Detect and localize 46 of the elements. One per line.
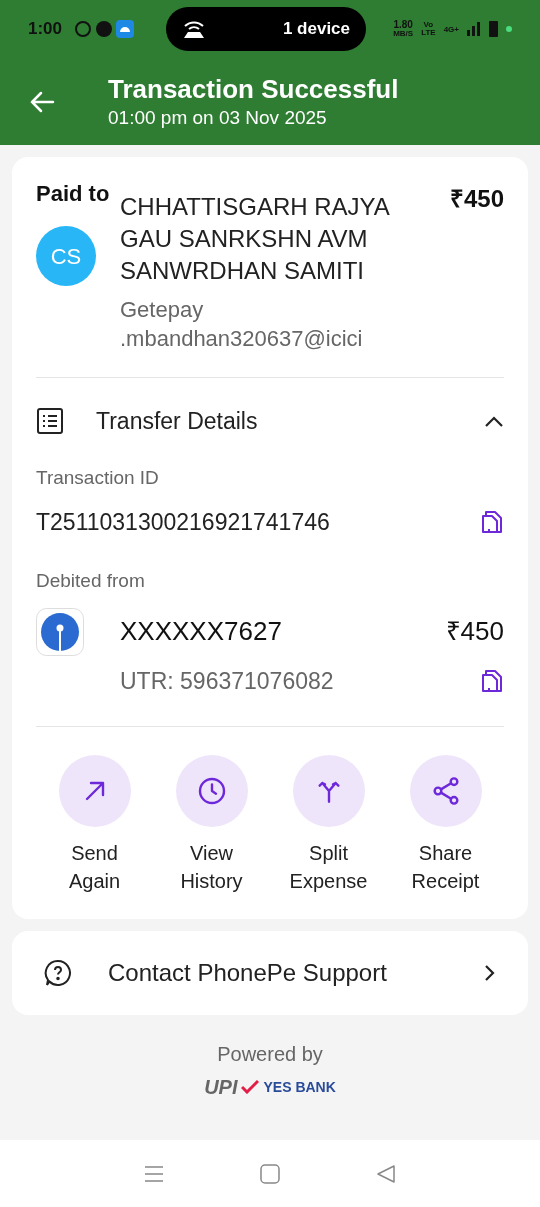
app-icon (116, 20, 135, 38)
status-time: 1:00 (28, 18, 63, 41)
payee-name: CHHATTISGARH RAJYA GAU SANRKSHN AVM SANWRDHAN SAMITI (120, 192, 390, 286)
debited-amount: ₹450 (445, 615, 504, 648)
upi-id: Getepay .mbandhan320637@icici (120, 296, 364, 353)
powered-by-label: Powered by (217, 1042, 323, 1067)
utr-number: UTR: 596371076082 (120, 666, 334, 696)
action-button[interactable]: Split Expense (270, 755, 387, 895)
network-label: 4G+ (443, 24, 459, 36)
copy-icon[interactable] (480, 508, 504, 535)
home-icon[interactable] (260, 1163, 280, 1184)
transaction-id-label: Transaction ID (36, 466, 160, 490)
check-icon (241, 1080, 260, 1094)
help-icon (44, 959, 72, 987)
device-count: 1 device (282, 18, 351, 41)
paid-to-label: Paid to (36, 180, 111, 208)
transfer-details-header[interactable]: Transfer Details (36, 378, 504, 464)
payee-avatar: CS (36, 226, 96, 286)
chevron-icon (484, 415, 504, 427)
list-icon (36, 407, 64, 435)
back-icon (29, 89, 55, 114)
action-button[interactable]: Share Receipt (387, 755, 504, 895)
dot-icon (506, 26, 512, 32)
upi-logo: UPI (204, 1077, 238, 1097)
action-button[interactable]: Send Again (36, 755, 153, 895)
page-title: Transaction Successful (108, 73, 399, 106)
back-nav-icon[interactable] (376, 1163, 396, 1184)
chevron-right-icon (484, 964, 496, 982)
bank-name: YES BANK (263, 1080, 336, 1094)
signal-icon (467, 22, 481, 36)
battery-icon (489, 21, 498, 37)
paid-amount: ₹450 (449, 184, 504, 214)
support-button[interactable]: Contact PhonePe Support (12, 931, 528, 1015)
menu-icon[interactable] (144, 1164, 164, 1183)
speed-unit: MB/S (393, 30, 414, 38)
speed-value: 1.80 (393, 20, 413, 30)
lte-label: LTE (421, 29, 436, 37)
debited-from-label: Debited from (36, 569, 146, 593)
transaction-id: T2511031300216921741746 (36, 507, 330, 537)
copy-icon[interactable] (480, 667, 504, 694)
volte-label: Vo (423, 21, 434, 29)
account-number: XXXXXX7627 (120, 615, 282, 648)
bank-logo-icon (36, 607, 84, 656)
wifi-icon (182, 20, 207, 38)
transaction-date: 01:00 pm on 03 Nov 2025 (108, 105, 328, 130)
action-button[interactable]: View History (153, 755, 270, 895)
